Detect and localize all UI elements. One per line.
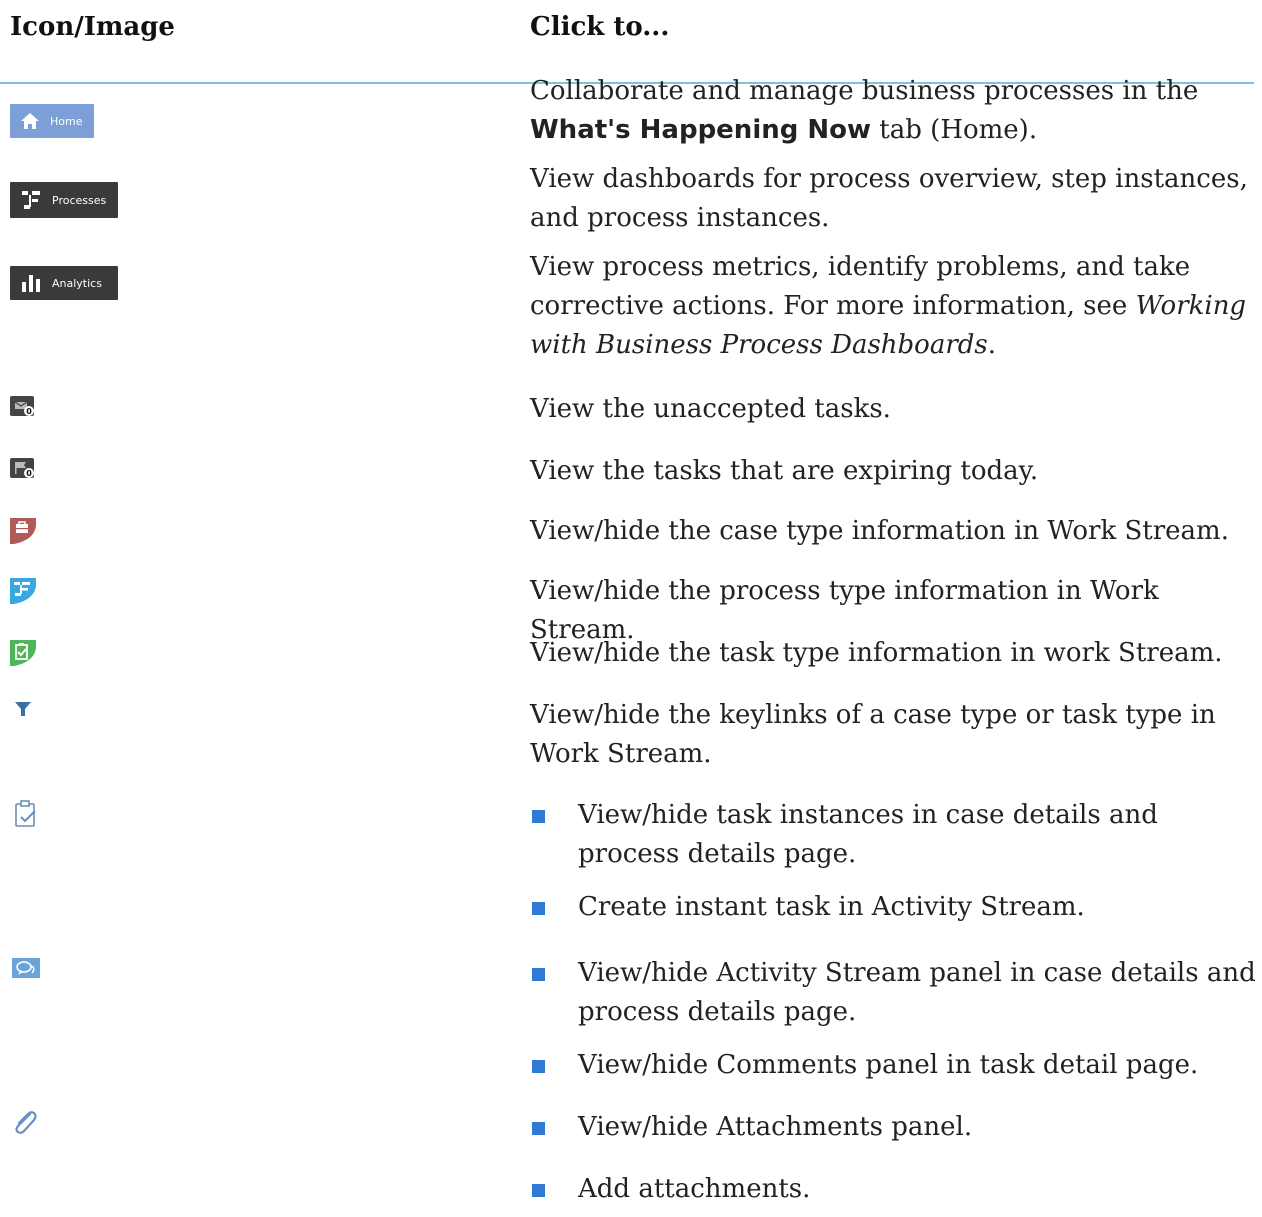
comments-icon[interactable]	[12, 958, 40, 978]
processes-button[interactable]: Processes	[10, 182, 119, 218]
row-description: View the unaccepted tasks.	[530, 394, 891, 424]
home-icon	[21, 113, 39, 129]
row-description: View dashboards for process overview, st…	[530, 164, 1248, 233]
unaccepted-tasks-icon[interactable]: 0	[10, 396, 36, 418]
clipboard-check-icon[interactable]	[14, 800, 38, 828]
paperclip-icon[interactable]	[10, 1108, 40, 1138]
home-button-label: Home	[50, 114, 83, 128]
analytics-button[interactable]: Analytics	[10, 266, 118, 300]
analytics-button-label: Analytics	[52, 276, 102, 290]
column-header-click: Click to...	[530, 12, 670, 42]
expiring-count: 0	[26, 469, 32, 478]
row-description: Collaborate and manage business processe…	[530, 76, 1199, 145]
home-button[interactable]: Home	[10, 104, 95, 138]
row-description: View/hide the case type information in W…	[530, 516, 1229, 546]
case-type-icon[interactable]	[10, 518, 36, 544]
row-description: View/hide the keylinks of a case type or…	[530, 700, 1216, 769]
row-description: View the tasks that are expiring today.	[530, 456, 1039, 486]
processes-button-label: Processes	[52, 193, 107, 207]
bar-chart-icon	[22, 275, 40, 292]
row-description: View/hide the task type information in w…	[530, 638, 1223, 668]
task-type-icon[interactable]	[10, 640, 36, 666]
column-header-icon: Icon/Image	[10, 12, 175, 42]
process-type-icon[interactable]	[10, 578, 36, 604]
row-description: View process metrics, identify problems,…	[530, 252, 1247, 360]
unaccepted-count: 0	[26, 407, 32, 416]
expiring-tasks-icon[interactable]: 0	[10, 458, 36, 480]
process-flow-icon	[22, 191, 40, 209]
filter-icon[interactable]	[14, 700, 32, 718]
